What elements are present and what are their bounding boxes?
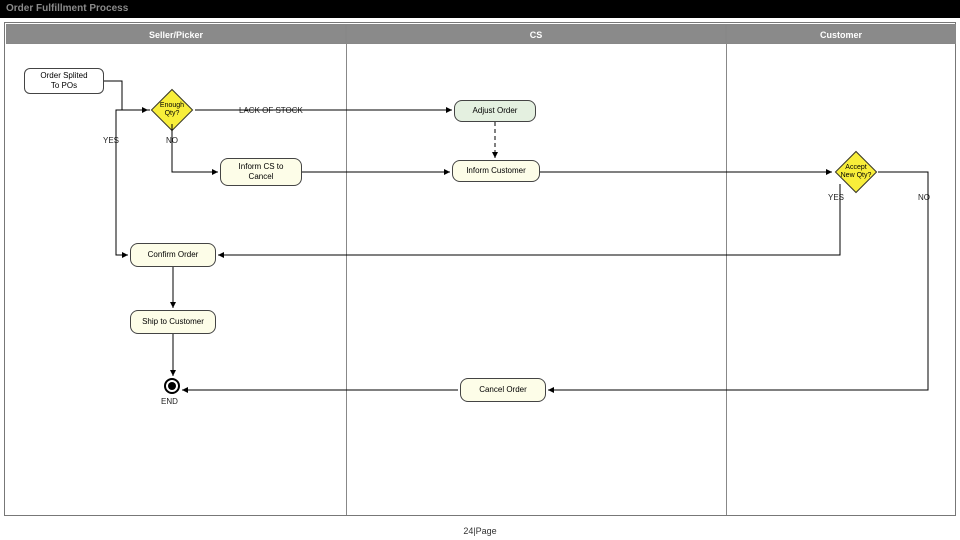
edge-label-no2: NO: [918, 193, 930, 202]
task-confirm-order-label: Confirm Order: [148, 250, 199, 260]
edge-label-no1: NO: [166, 136, 178, 145]
title-bar: Order Fulfillment Process: [0, 0, 960, 18]
task-ship: Ship to Customer: [130, 310, 216, 334]
page-footer-text: 24|Page: [463, 526, 496, 536]
page-footer: 24|Page: [0, 526, 960, 536]
pool-border: [4, 22, 956, 516]
task-cancel-order: Cancel Order: [460, 378, 546, 402]
task-inform-customer: Inform Customer: [452, 160, 540, 182]
start-event: Order Splited To POs: [24, 68, 104, 94]
gateway-accept-qty-label: Accept New Qty?: [834, 160, 878, 184]
edge-label-yes2: YES: [828, 193, 844, 202]
gateway-enough-qty: Enough Qty?: [150, 98, 194, 122]
lane-divider-2: [726, 42, 727, 515]
lane-header-customer: Customer: [726, 24, 956, 44]
end-event: [164, 378, 180, 394]
task-inform-customer-label: Inform Customer: [466, 166, 526, 176]
lane-customer-label: Customer: [820, 30, 862, 40]
start-label: Order Splited To POs: [40, 71, 87, 90]
gateway-enough-qty-label: Enough Qty?: [150, 98, 194, 122]
lane-divider-1: [346, 42, 347, 515]
gateway-accept-qty: Accept New Qty?: [834, 160, 878, 184]
lane-header-seller: Seller/Picker: [6, 24, 346, 44]
task-confirm-order: Confirm Order: [130, 243, 216, 267]
task-adjust-order-label: Adjust Order: [473, 106, 518, 116]
lane-cs-label: CS: [530, 30, 543, 40]
lane-header-cs: CS: [346, 24, 726, 44]
lane-seller-label: Seller/Picker: [149, 30, 203, 40]
task-ship-label: Ship to Customer: [142, 317, 204, 327]
task-cancel-order-label: Cancel Order: [479, 385, 527, 395]
task-inform-cs-label: Inform CS to Cancel: [239, 162, 284, 181]
task-inform-cs: Inform CS to Cancel: [220, 158, 302, 186]
task-adjust-order: Adjust Order: [454, 100, 536, 122]
title-text: Order Fulfillment Process: [6, 3, 128, 14]
edge-label-yes1: YES: [103, 136, 119, 145]
end-label: END: [161, 397, 178, 406]
edge-label-lack: LACK OF STOCK: [239, 106, 303, 115]
